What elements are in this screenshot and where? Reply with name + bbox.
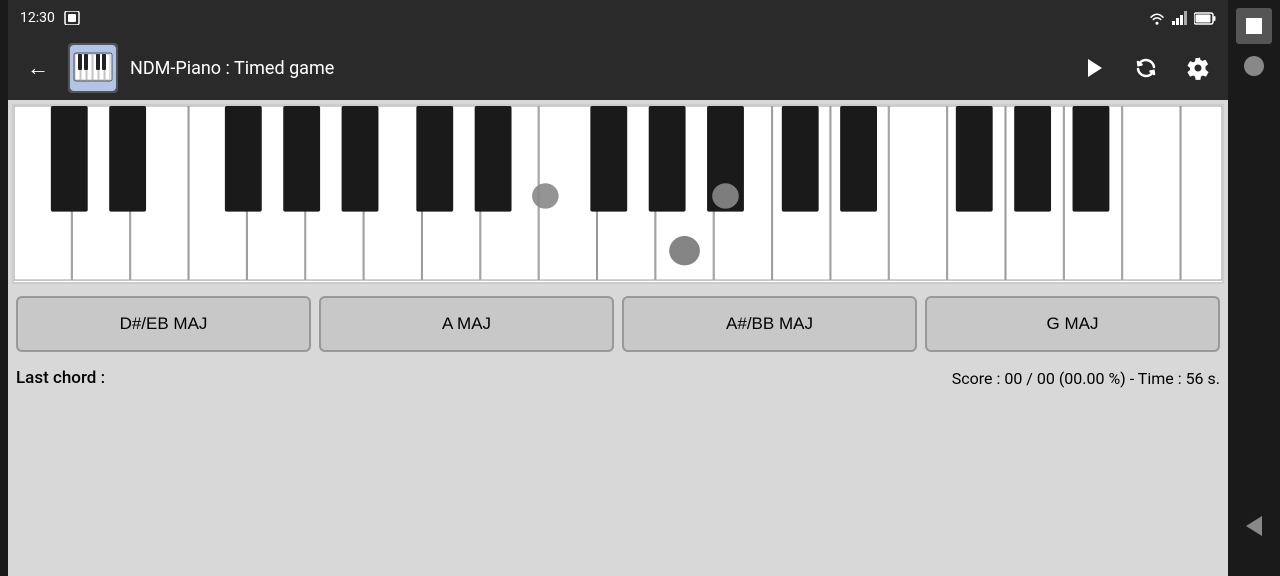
refresh-button[interactable] [1128,50,1164,86]
back-button[interactable]: ← [20,50,56,86]
main-content: 12:30 [8,0,1228,576]
right-circle-button[interactable] [1244,56,1264,76]
right-back-button[interactable] [1246,516,1262,536]
piano-app-icon [70,45,116,91]
chord-button-1[interactable]: A MAJ [319,296,614,352]
chord-button-3[interactable]: G MAJ [925,296,1220,352]
right-square-button[interactable] [1236,8,1272,44]
piano-svg [14,106,1222,282]
app-title: NDM-Piano : Timed game [130,58,1064,79]
settings-icon [1186,56,1210,80]
chord-buttons: D#/EB MAJ A MAJ A#/BB MAJ G MAJ [12,296,1224,352]
app-icon [68,43,118,93]
status-right [1148,11,1216,25]
last-chord-label: Last chord : [16,368,105,388]
status-time: 12:30 [20,10,55,26]
status-row: Last chord : Score : 00 / 00 (00.00 %) -… [8,360,1228,396]
sim-icon [63,11,81,25]
score-text: Score : 00 / 00 (00.00 %) - Time : 56 s. [952,369,1220,388]
piano-container[interactable] [12,104,1224,284]
settings-button[interactable] [1180,50,1216,86]
signal-icon [1172,11,1188,25]
status-bar: 12:30 [8,0,1228,36]
left-bar [0,0,8,576]
app-bar: ← NDM-Piano : Timed game [8,36,1228,100]
battery-icon [1194,12,1216,25]
right-bar [1228,0,1280,576]
refresh-icon [1134,56,1158,80]
play-icon [1082,56,1106,80]
square-icon [1245,17,1263,35]
chord-button-2[interactable]: A#/BB MAJ [622,296,917,352]
play-button[interactable] [1076,50,1112,86]
app-bar-actions [1076,50,1216,86]
chord-button-0[interactable]: D#/EB MAJ [16,296,311,352]
wifi-icon [1148,11,1166,25]
status-left: 12:30 [20,10,81,26]
